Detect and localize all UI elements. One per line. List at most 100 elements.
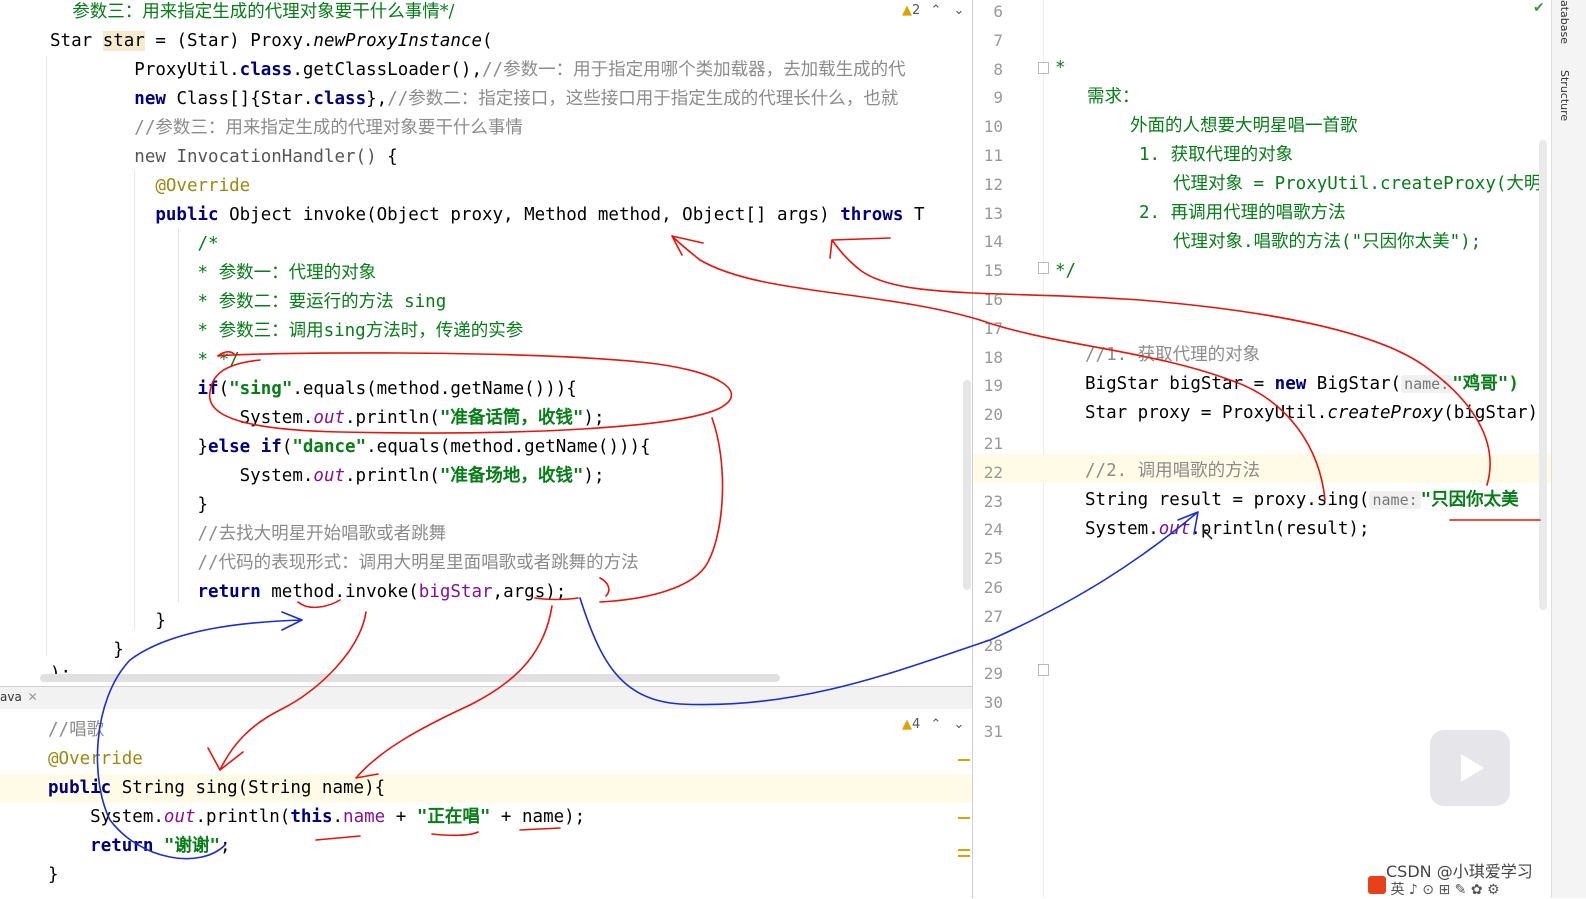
code-line[interactable]: } [48, 861, 59, 890]
code-line[interactable]: @Override [48, 745, 143, 774]
indent-guide [46, 56, 47, 656]
comment-text: 1. 获取代理的对象 [1139, 145, 1294, 165]
vertical-scrollbar[interactable] [963, 380, 971, 590]
code-text: String result = proxy.sing( [1085, 490, 1370, 510]
file-tab[interactable]: ava ✕ [0, 690, 38, 704]
warnings-indicator[interactable]: ▲2 ⌃ ⌄ [902, 3, 964, 18]
file-tab-label: ava [0, 690, 22, 704]
comment-text: 代理对象 = ProxyUtil.createProxy(大明 [1173, 174, 1542, 194]
code-line[interactable]: new Class[]{Star.class},//参数二：指定接口，这些接口用… [50, 85, 898, 114]
code-line[interactable]: } [50, 491, 209, 520]
code-line[interactable]: }else if("dance".equals(method.getName()… [50, 433, 651, 462]
code-line[interactable]: ); [50, 660, 71, 686]
line-number: 14 [983, 232, 1003, 252]
code-line[interactable]: System.out.println("准备话筒，收钱"); [50, 404, 605, 433]
code-line[interactable]: Star proxy = ProxyUtil.createProxy(bigSt… [1085, 399, 1538, 428]
line-number: 6 [993, 2, 1003, 21]
code-line[interactable]: return method.invoke(bigStar,args); [50, 578, 567, 607]
vertical-scrollbar[interactable] [1539, 140, 1547, 610]
structure-tab-label: Structure [1558, 70, 1571, 122]
warning-count: 2 [912, 3, 921, 18]
line-number: 24 [983, 520, 1003, 540]
code-line[interactable]: new InvocationHandler() { [50, 143, 397, 172]
fold-icon[interactable] [1038, 62, 1049, 74]
comment-line[interactable]: 2. 再调用代理的唱歌方法 [1139, 199, 1346, 228]
chevron-down-icon[interactable]: ⌄ [953, 717, 964, 732]
code-line[interactable]: System.out.println(this.name + "正在唱" + n… [48, 803, 585, 832]
warning-icon: ▲ [902, 3, 912, 18]
code-line[interactable]: System.out.println("准备场地，收钱"); [50, 462, 605, 491]
structure-tool-tab[interactable]: Structure [1558, 70, 1571, 121]
close-icon[interactable]: ✕ [28, 690, 38, 704]
code-line[interactable]: String result = proxy.sing(name: "只因你太美 [1085, 486, 1519, 515]
comment-line[interactable]: 外面的人想要大明星唱一首歌 [1130, 112, 1358, 141]
line-number: 27 [983, 606, 1003, 626]
line-number: 29 [983, 664, 1003, 684]
warning-count: 4 [912, 717, 921, 732]
comment-line[interactable]: */ [1055, 257, 1076, 286]
chevron-down-icon[interactable]: ⌄ [953, 3, 964, 18]
check-icon: ✔ [1533, 0, 1545, 16]
line-number: 21 [983, 434, 1003, 453]
horizontal-scrollbar[interactable] [40, 674, 780, 682]
top-editor[interactable]: 参数三：用来指定生成的代理对象要干什么事情*/ Star star = (Sta… [0, 0, 972, 686]
code-line[interactable]: * */ [50, 346, 240, 375]
code-line[interactable]: //去找大明星开始唱歌或者跳舞 [50, 520, 447, 549]
comment-line[interactable]: * [1055, 54, 1066, 83]
code-line[interactable]: //代码的表现形式：调用大明星里面唱歌或者跳舞的方法 [50, 549, 639, 578]
tray-icons: 英 ♪ ⊙ ⊞ ✎ ✿ ⚙ [1390, 882, 1500, 898]
chevron-up-icon[interactable]: ⌃ [930, 717, 941, 732]
comment-text: 需求： [1087, 87, 1140, 107]
code-line[interactable]: System.out.println(result); [1085, 515, 1370, 544]
toolbar-icons: 英 ♪ ⊙ ⊞ ✎ ✿ ⚙ [1368, 876, 1548, 898]
fold-icon[interactable] [1038, 664, 1049, 676]
database-tool-tab[interactable]: atabase [1558, 0, 1571, 44]
line-number: 25 [983, 549, 1003, 569]
code-line[interactable]: /* [50, 230, 219, 259]
fold-icon[interactable] [1038, 262, 1049, 274]
warnings-indicator[interactable]: ▲4 ⌃ ⌄ [902, 717, 964, 732]
play-icon [1461, 754, 1484, 782]
code-line[interactable]: } [50, 607, 166, 636]
comment-line[interactable]: 代理对象.唱歌的方法("只因你太美"); [1173, 228, 1481, 257]
line-number: 22 [983, 462, 1003, 482]
code-line[interactable]: //1. 获取代理的对象 [1085, 341, 1260, 370]
line-number: 16 [983, 290, 1003, 309]
line-number: 13 [983, 203, 1003, 223]
string-literal: "鸡哥") [1452, 374, 1519, 394]
sogou-icon [1368, 876, 1386, 894]
code-line[interactable]: //参数三：用来指定生成的代理对象要干什么事情 [50, 114, 523, 143]
code-line[interactable]: Star star = (Star) Proxy.newProxyInstanc… [50, 27, 493, 56]
code-line[interactable]: * 参数二：要运行的方法 sing [50, 288, 447, 317]
code-line[interactable]: public Object invoke(Object proxy, Metho… [50, 201, 924, 230]
comment-line[interactable]: 代理对象 = ProxyUtil.createProxy(大明 [1173, 170, 1541, 199]
comment-line[interactable]: 1. 获取代理的对象 [1139, 141, 1293, 170]
code-line[interactable]: @Override [50, 172, 250, 201]
code-line[interactable]: 参数三：用来指定生成的代理对象要干什么事情*/ [50, 0, 454, 27]
string-literal: "只因你太美 [1420, 490, 1519, 510]
editor-splitter[interactable] [0, 686, 972, 710]
code-line[interactable]: //唱歌 [48, 716, 104, 745]
error-stripe-mark [958, 849, 970, 851]
code-line[interactable]: public String sing(String name){ [48, 774, 385, 803]
code-line[interactable]: * 参数一：代理的对象 [50, 259, 377, 288]
line-number: 20 [983, 405, 1003, 425]
video-play-button[interactable] [1430, 730, 1510, 806]
code-line[interactable]: if("sing".equals(method.getName())){ [50, 375, 577, 404]
comment-line[interactable]: 需求： [1087, 83, 1140, 112]
chevron-up-icon[interactable]: ⌃ [930, 3, 941, 18]
code-line[interactable]: * 参数三：调用sing方法时，传递的实参 [50, 317, 524, 346]
line-number: 26 [983, 578, 1003, 597]
code-line[interactable]: return "谢谢"; [48, 832, 230, 861]
current-line-highlight [973, 454, 1551, 483]
code-line[interactable]: //2. 调用唱歌的方法 [1085, 457, 1260, 486]
line-number: 11 [983, 146, 1003, 165]
code-line[interactable]: BigStar bigStar = new BigStar(name: "鸡哥") [1085, 370, 1519, 399]
database-tab-label: atabase [1558, 0, 1571, 45]
line-number: 7 [993, 30, 1003, 50]
bottom-editor[interactable]: //唱歌 @Override public String sing(String… [0, 709, 972, 898]
field-name: out [1158, 519, 1191, 539]
comment-text: * [1055, 58, 1066, 78]
code-line[interactable]: ProxyUtil.class.getClassLoader(),//参数一：用… [50, 56, 905, 85]
comment-text: */ [1055, 261, 1077, 281]
